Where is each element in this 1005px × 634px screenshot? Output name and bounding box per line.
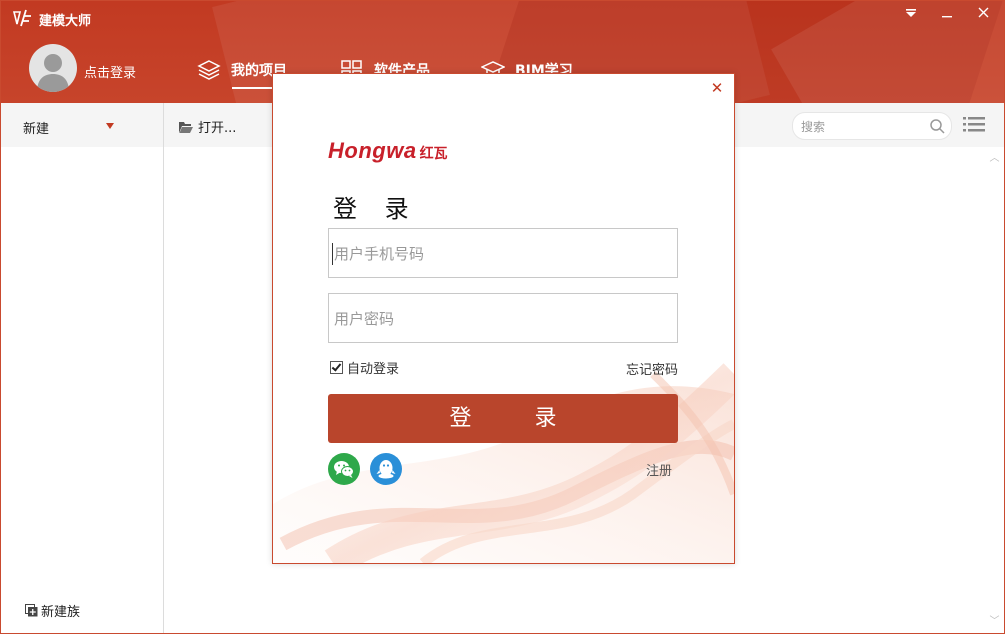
user-silhouette-icon (37, 54, 69, 92)
search-icon[interactable] (929, 118, 945, 134)
qq-login-button[interactable] (370, 453, 402, 485)
folder-open-icon (179, 121, 193, 133)
add-family-icon (25, 604, 38, 617)
dialog-close-button[interactable]: ✕ (709, 80, 725, 96)
brand-name-cn: 红瓦 (419, 146, 448, 162)
left-panel: 新建 新建族 (1, 103, 164, 633)
wechat-login-button[interactable] (328, 453, 360, 485)
scroll-down-icon[interactable]: ﹀ (986, 613, 1003, 630)
caret-down-icon (106, 123, 114, 129)
app-logo-icon (12, 9, 31, 27)
scroll-up-icon[interactable]: ︿ (986, 150, 1003, 167)
new-family-button[interactable]: 新建族 (25, 601, 80, 620)
password-field (328, 293, 678, 343)
auto-login-checkbox[interactable] (330, 361, 343, 374)
hongwa-logo: Hongwa 红瓦 (328, 138, 448, 164)
new-dropdown[interactable]: 新建 (1, 103, 163, 147)
auto-login-label: 自动登录 (347, 362, 400, 377)
app-title: 建模大师 (39, 14, 92, 29)
list-view-icon[interactable] (962, 115, 986, 135)
password-input[interactable] (332, 308, 666, 330)
login-title: 登 录 (333, 195, 419, 223)
register-link[interactable]: 注册 (646, 460, 672, 479)
brand-name-en: Hongwa (328, 138, 417, 163)
minimize-button[interactable] (935, 5, 959, 25)
app-window: 建模大师 点击登录 我的项目 软件产品 BIM学习 新建 新建族 打开... 搜… (0, 0, 1005, 634)
vertical-scrollbar[interactable]: ︿ ﹀ (986, 147, 1003, 633)
forgot-password-link[interactable]: 忘记密码 (626, 359, 678, 378)
open-label: 打开... (198, 121, 237, 136)
minimize-icon (942, 16, 952, 18)
close-icon (978, 7, 988, 18)
close-icon: ✕ (710, 79, 724, 97)
dropdown-menu-button[interactable] (899, 5, 923, 25)
search-input[interactable] (799, 117, 923, 137)
user-avatar[interactable] (29, 44, 77, 92)
login-button[interactable]: 登 录 (328, 394, 678, 443)
qq-penguin-icon (376, 460, 396, 479)
wechat-icon (334, 461, 354, 478)
new-label: 新建 (23, 122, 50, 137)
phone-field (328, 228, 678, 278)
login-link[interactable]: 点击登录 (84, 62, 136, 81)
open-button[interactable]: 打开... (178, 117, 236, 136)
menu-dropdown-icon (906, 9, 916, 17)
search-box (792, 112, 952, 140)
close-window-button[interactable] (971, 5, 995, 25)
layers-icon (197, 60, 221, 80)
phone-input[interactable] (332, 243, 666, 265)
login-dialog: ✕ Hongwa 红瓦 登 录 自动登录 忘记密码 登 录 (272, 73, 735, 564)
new-family-label: 新建族 (41, 605, 81, 620)
auto-login-option[interactable]: 自动登录 (330, 358, 399, 377)
